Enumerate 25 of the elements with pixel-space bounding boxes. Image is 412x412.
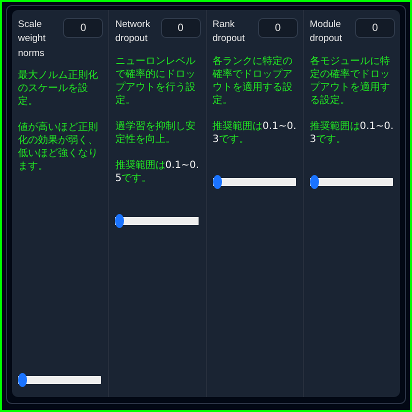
description-text: 各モジュールに特定の確率でドロップアウトを適用する設定。 — [310, 54, 391, 106]
description-text: 過学習を抑制し安定性を向上。 — [115, 120, 196, 146]
setting-label: Scale weight norms — [18, 18, 46, 60]
description-text: ニューロンレベルで確率的にドロップアウトを行う設定。 — [115, 54, 196, 106]
description-text: 値が高いほど正則化の効果が弱く、低いほど強くなります。 — [18, 120, 99, 173]
description-text: 推奨範囲は0.1~0.3です。 — [212, 120, 298, 146]
setting-label: Network dropout — [115, 18, 152, 46]
slider-track[interactable] — [310, 174, 393, 188]
description-text: 最大ノルム正則化のスケールを設定。 — [18, 68, 99, 108]
description-text: 推奨範囲は0.1~0.3です。 — [310, 120, 395, 146]
number-field[interactable]: 0 — [355, 18, 395, 38]
slider-thumb[interactable] — [18, 373, 27, 387]
slider-track[interactable] — [115, 214, 198, 228]
slider-thumb[interactable] — [310, 174, 319, 188]
setting-label: Rank dropout — [212, 18, 246, 46]
slider-track[interactable] — [18, 373, 102, 387]
slider-thumb[interactable] — [115, 214, 124, 228]
slider-thumb[interactable] — [212, 174, 222, 188]
number-field[interactable]: 0 — [160, 18, 200, 38]
description-text: 推奨範囲は0.1~0.5です。 — [115, 158, 200, 184]
number-field[interactable]: 0 — [258, 18, 298, 38]
setting-label: Module dropout — [310, 18, 343, 46]
slider-track[interactable] — [212, 174, 296, 188]
description-text: 各ランクに特定の確率でドロップアウトを適用する設定。 — [212, 54, 294, 106]
number-field[interactable]: 0 — [63, 18, 104, 38]
